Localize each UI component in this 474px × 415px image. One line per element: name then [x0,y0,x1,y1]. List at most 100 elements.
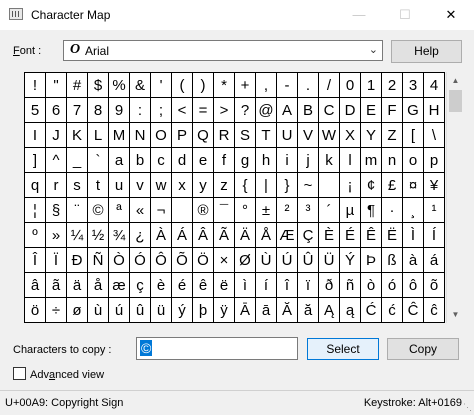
character-cell[interactable]: È [319,223,340,248]
characters-to-copy-input[interactable]: © [136,337,298,360]
character-cell[interactable]: P [172,123,193,148]
character-cell[interactable]: Q [193,123,214,148]
character-cell[interactable]: Õ [172,248,193,273]
character-cell[interactable]: ß [382,248,403,273]
character-cell[interactable]: ° [235,198,256,223]
character-cell[interactable]: ¦ [25,198,46,223]
character-cell[interactable]: Ñ [88,248,109,273]
character-cell[interactable]: Æ [277,223,298,248]
character-cell[interactable]: Ā [235,298,256,323]
character-cell[interactable]: / [319,73,340,98]
character-cell[interactable]: Ô [151,248,172,273]
character-cell[interactable]: Y [361,123,382,148]
character-cell[interactable]: # [67,73,88,98]
character-cell[interactable]: m [361,148,382,173]
character-cell[interactable]: ¤ [403,173,424,198]
character-cell[interactable]: © [88,198,109,223]
character-cell[interactable]: u [109,173,130,198]
character-cell[interactable]: è [151,273,172,298]
character-cell[interactable]: û [130,298,151,323]
character-cell[interactable]: { [235,173,256,198]
character-cell[interactable]: Ĉ [403,298,424,323]
character-cell[interactable]: ą [340,298,361,323]
character-cell[interactable]: . [298,73,319,98]
character-cell[interactable]: % [109,73,130,98]
character-cell[interactable]: W [319,123,340,148]
character-cell[interactable]: y [193,173,214,198]
character-cell[interactable]: 4 [424,73,445,98]
character-cell[interactable]: ñ [340,273,361,298]
character-cell[interactable]: Ð [67,248,88,273]
character-cell[interactable]: î [277,273,298,298]
character-cell[interactable]: B [298,98,319,123]
copy-button[interactable]: Copy [387,338,459,360]
character-cell[interactable]: Ý [340,248,361,273]
character-cell[interactable]: @ [256,98,277,123]
character-cell[interactable]: w [151,173,172,198]
character-cell[interactable]: o [403,148,424,173]
character-cell[interactable]: > [214,98,235,123]
character-cell[interactable]: 6 [46,98,67,123]
character-cell[interactable]: ü [151,298,172,323]
character-cell[interactable]: Ć [361,298,382,323]
character-cell[interactable]: Ç [298,223,319,248]
character-cell[interactable]: ¯ [214,198,235,223]
character-cell[interactable]: ¾ [109,223,130,248]
character-cell[interactable] [319,173,340,198]
character-cell[interactable]: h [256,148,277,173]
character-cell[interactable]: N [130,123,151,148]
character-grid[interactable]: ! " # $% & '() * +, -./0 1 2 3 4 5 6 7 8 9:; < = >? @ A B C D E F G H… [24,72,445,323]
character-cell[interactable]: ( [172,73,193,98]
character-cell[interactable]: ! [25,73,46,98]
character-cell[interactable]: Í [424,223,445,248]
character-cell[interactable]: " [46,73,67,98]
character-cell[interactable]: í [256,273,277,298]
character-cell[interactable]: - [277,73,298,98]
character-cell[interactable]: X [340,123,361,148]
character-cell[interactable]: å [88,273,109,298]
character-cell[interactable]: õ [424,273,445,298]
character-cell[interactable]: J [46,123,67,148]
character-cell[interactable]: Ò [109,248,130,273]
character-cell[interactable]: ć [382,298,403,323]
character-cell[interactable]: [ [403,123,424,148]
character-cell[interactable]: q [25,173,46,198]
character-cell[interactable]: ¥ [424,173,445,198]
character-cell[interactable]: Ó [130,248,151,273]
maximize-button[interactable]: ☐ [382,0,428,30]
character-cell[interactable]: ¬ [151,198,172,223]
scrollbar-thumb[interactable] [449,90,462,112]
character-cell[interactable]: r [46,173,67,198]
character-cell[interactable]: ë [214,273,235,298]
character-cell[interactable]: º [25,223,46,248]
minimize-button[interactable]: — [336,0,382,30]
character-cell[interactable]: d [172,148,193,173]
character-cell[interactable]: i [277,148,298,173]
character-cell[interactable]: « [130,198,151,223]
character-cell[interactable]: ¢ [361,173,382,198]
character-cell[interactable]: R [214,123,235,148]
character-cell[interactable]: C [319,98,340,123]
chevron-down-icon[interactable]: ⌄ [369,43,378,56]
character-cell[interactable]: Ø [235,248,256,273]
character-cell[interactable]: 1 [361,73,382,98]
character-cell[interactable]: ò [361,273,382,298]
character-cell[interactable]: Ï [46,248,67,273]
character-cell[interactable]: Ù [256,248,277,273]
resize-grip-icon[interactable]: ⋱ [463,402,472,413]
character-cell[interactable]: } [277,173,298,198]
character-cell[interactable]: 9 [109,98,130,123]
character-cell[interactable]: Å [256,223,277,248]
character-cell[interactable]: ā [256,298,277,323]
character-cell[interactable]: ¿ [130,223,151,248]
character-cell[interactable]: ) [193,73,214,98]
font-dropdown[interactable]: O Arial ⌄ [63,40,383,61]
character-cell[interactable]: K [67,123,88,148]
character-cell[interactable]: A [277,98,298,123]
character-cell[interactable]: + [235,73,256,98]
character-cell[interactable]: ÿ [214,298,235,323]
character-cell[interactable]: ì [235,273,256,298]
character-cell[interactable]: § [46,198,67,223]
character-cell[interactable]: · [382,198,403,223]
character-cell[interactable]: ö [25,298,46,323]
